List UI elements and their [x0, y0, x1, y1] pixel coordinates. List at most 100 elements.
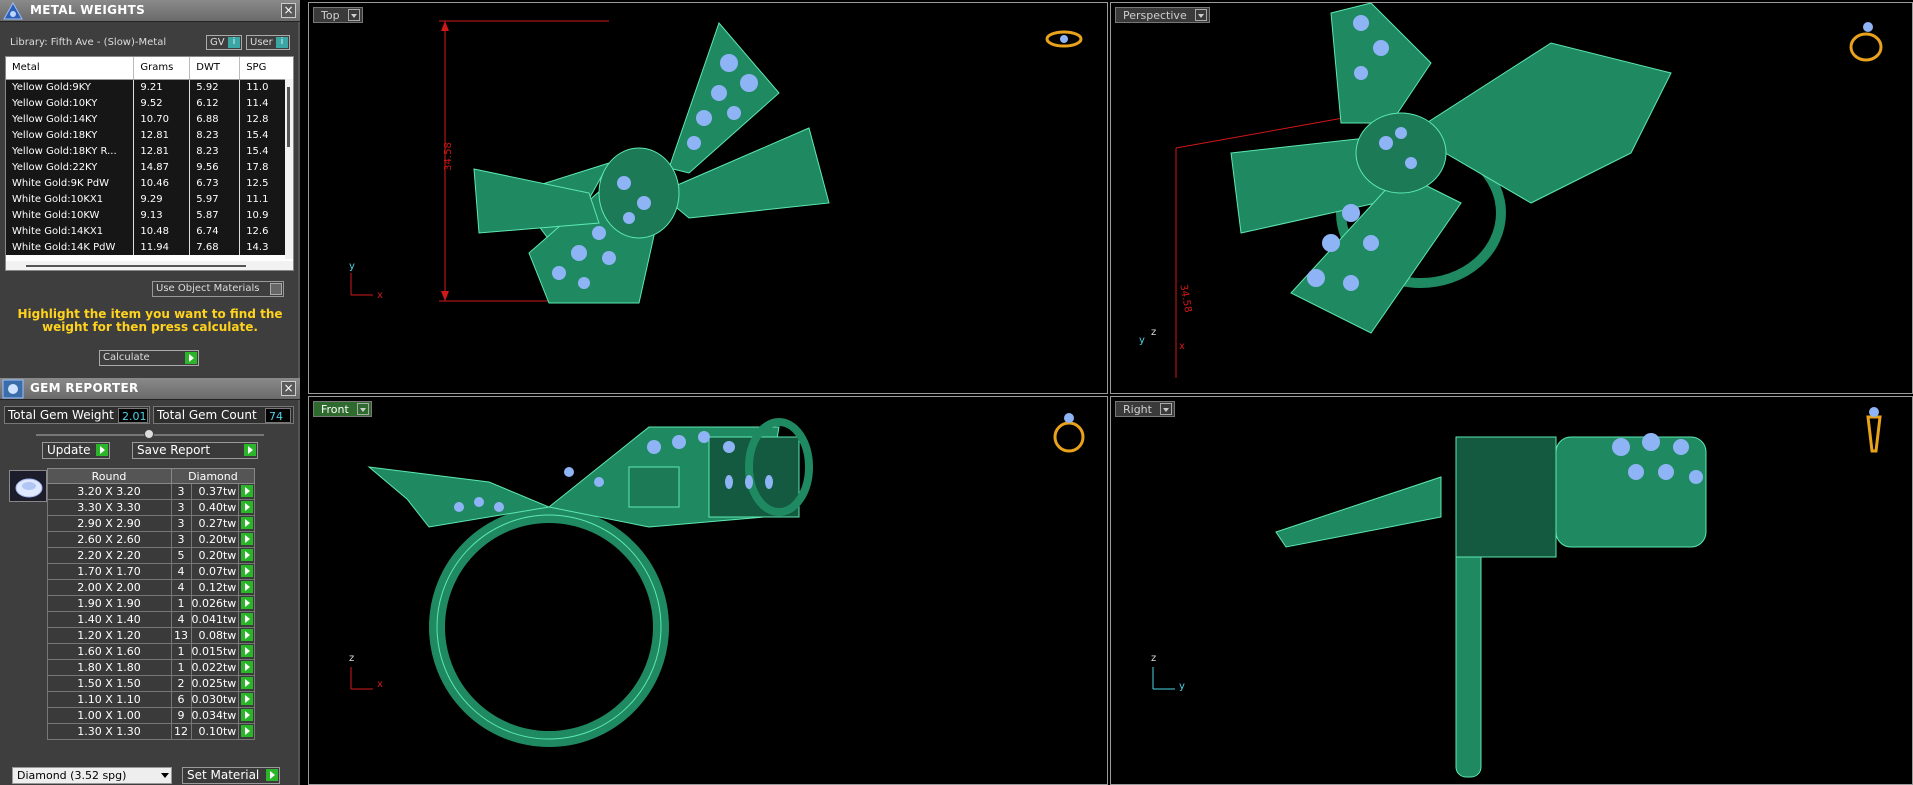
- gem-size: 1.20 X 1.20: [46, 627, 172, 644]
- cell-metal: Yellow Gold:22KY: [6, 159, 135, 175]
- play-icon: [241, 565, 254, 577]
- gem-select-button[interactable]: [238, 563, 256, 580]
- gem-select-button[interactable]: [238, 579, 256, 596]
- ring-orientation-icon[interactable]: [1846, 17, 1886, 67]
- gem-row[interactable]: 1.10 X 1.10 6 0.030tw: [9, 691, 256, 708]
- ring-orientation-icon[interactable]: [1044, 28, 1084, 50]
- gem-row[interactable]: 1.30 X 1.30 12 0.10tw: [9, 723, 256, 740]
- ring-orientation-icon[interactable]: [1049, 411, 1089, 453]
- gem-weight: 0.015tw: [190, 643, 240, 660]
- table-row[interactable]: Yellow Gold:18KY R... 12.81 8.23 15.4: [6, 143, 293, 159]
- column-header-dwt[interactable]: DWT: [189, 57, 241, 80]
- user-toggle[interactable]: User i: [246, 35, 290, 50]
- gem-select-button[interactable]: [238, 499, 256, 516]
- viewport-front[interactable]: Front z x: [308, 396, 1108, 785]
- gem-select-button[interactable]: [238, 723, 256, 740]
- gem-count: 2: [170, 675, 192, 692]
- close-icon[interactable]: ×: [281, 3, 296, 18]
- gem-size: 2.90 X 2.90: [46, 515, 172, 532]
- table-row[interactable]: White Gold:9K PdW 10.46 6.73 12.5: [6, 175, 293, 191]
- viewport-label-text: Front: [321, 403, 349, 416]
- gem-row[interactable]: 1.70 X 1.70 4 0.07tw: [9, 563, 256, 580]
- set-material-label: Set Material: [187, 768, 260, 782]
- gem-select-button[interactable]: [238, 643, 256, 660]
- gem-select-button[interactable]: [238, 595, 256, 612]
- play-icon: [241, 597, 254, 609]
- gem-row[interactable]: 1.20 X 1.20 13 0.08tw: [9, 627, 256, 644]
- table-row[interactable]: White Gold:10KX1 9.29 5.97 11.1: [6, 191, 293, 207]
- close-icon[interactable]: ×: [281, 381, 296, 396]
- table-row[interactable]: White Gold:14K PdW 11.94 7.68 14.3: [6, 239, 293, 255]
- gem-select-button[interactable]: [238, 515, 256, 532]
- cell-metal: White Gold:14K PdW: [6, 239, 135, 255]
- gem-row[interactable]: 1.50 X 1.50 2 0.025tw: [9, 675, 256, 692]
- set-material-button[interactable]: Set Material: [182, 767, 280, 784]
- gem-row[interactable]: 1.80 X 1.80 1 0.022tw: [9, 659, 256, 676]
- table-row[interactable]: White Gold:14KX1 10.48 6.74 12.6: [6, 223, 293, 239]
- use-object-materials-checkbox[interactable]: Use Object Materials: [152, 281, 284, 297]
- gem-select-button[interactable]: [238, 627, 256, 644]
- material-select[interactable]: Diamond (3.52 spg): [12, 767, 172, 784]
- gem-reporter-icon: [2, 379, 24, 399]
- gem-weight: 0.034tw: [190, 707, 240, 724]
- play-icon: [241, 549, 254, 561]
- gem-row[interactable]: 1.60 X 1.60 1 0.015tw: [9, 643, 256, 660]
- column-header-spg[interactable]: SPG: [239, 57, 293, 80]
- ring-orientation-icon[interactable]: [1859, 405, 1889, 455]
- slider-knob[interactable]: [144, 429, 154, 439]
- viewport-label-top[interactable]: Top: [313, 7, 363, 23]
- horizontal-scrollbar[interactable]: [6, 261, 293, 270]
- gem-row[interactable]: 1.40 X 1.40 4 0.041tw: [9, 611, 256, 628]
- gem-row[interactable]: 2.90 X 2.90 3 0.27tw: [9, 515, 256, 532]
- checkbox-icon[interactable]: [270, 283, 282, 295]
- gem-select-button[interactable]: [238, 547, 256, 564]
- gem-select-button[interactable]: [238, 707, 256, 724]
- gem-weight: 0.030tw: [190, 691, 240, 708]
- chevron-down-icon[interactable]: [1159, 403, 1172, 415]
- chevron-down-icon[interactable]: [1194, 9, 1207, 21]
- viewport-label-front[interactable]: Front: [313, 401, 372, 417]
- gem-select-button[interactable]: [238, 483, 256, 500]
- update-button[interactable]: Update: [42, 442, 110, 459]
- gem-row[interactable]: 1.00 X 1.00 9 0.034tw: [9, 707, 256, 724]
- cell-dwt: 9.56: [189, 159, 241, 175]
- calculate-button[interactable]: Calculate: [99, 350, 199, 366]
- table-row[interactable]: Yellow Gold:22KY 14.87 9.56 17.8: [6, 159, 293, 175]
- gem-select-button[interactable]: [238, 675, 256, 692]
- viewport-top[interactable]: Top 34.58 y x: [308, 2, 1108, 394]
- column-header-metal[interactable]: Metal: [6, 57, 135, 80]
- cell-dwt: 6.74: [189, 223, 241, 239]
- chevron-down-icon[interactable]: [356, 403, 369, 415]
- gem-row[interactable]: 2.60 X 2.60 3 0.20tw: [9, 531, 256, 548]
- gem-row[interactable]: 1.90 X 1.90 1 0.026tw: [9, 595, 256, 612]
- play-icon: [241, 501, 254, 513]
- viewport-perspective[interactable]: Perspective 34.58 y z x: [1110, 2, 1913, 394]
- viewport-right[interactable]: Right z y: [1110, 396, 1913, 785]
- panel-slider[interactable]: [36, 429, 264, 439]
- play-icon: [241, 533, 254, 545]
- save-report-button[interactable]: Save Report: [132, 442, 258, 459]
- metal-table: Metal Grams DWT SPG Yellow Gold:9KY 9.21 5…: [5, 56, 294, 271]
- chevron-down-icon[interactable]: [347, 9, 360, 21]
- vertical-scrollbar[interactable]: [285, 79, 293, 259]
- table-row[interactable]: Yellow Gold:14KY 10.70 6.88 12.8: [6, 111, 293, 127]
- gem-row[interactable]: 2.20 X 2.20 5 0.20tw: [9, 547, 256, 564]
- table-row[interactable]: Yellow Gold:9KY 9.21 5.92 11.0: [6, 79, 293, 95]
- gem-select-button[interactable]: [238, 611, 256, 628]
- gem-count: 4: [170, 579, 192, 596]
- gv-toggle[interactable]: GV i: [206, 35, 242, 50]
- gem-weight: 0.025tw: [190, 675, 240, 692]
- table-row[interactable]: Yellow Gold:10KY 9.52 6.12 11.4: [6, 95, 293, 111]
- table-row[interactable]: Yellow Gold:18KY 12.81 8.23 15.4: [6, 127, 293, 143]
- gem-select-button[interactable]: [238, 531, 256, 548]
- table-row[interactable]: White Gold:10KW 9.13 5.87 10.9: [6, 207, 293, 223]
- viewport-label-perspective[interactable]: Perspective: [1115, 7, 1210, 23]
- viewport-label-right[interactable]: Right: [1115, 401, 1175, 417]
- gem-select-button[interactable]: [238, 691, 256, 708]
- column-header-grams[interactable]: Grams: [133, 57, 191, 80]
- gem-row[interactable]: 2.00 X 2.00 4 0.12tw: [9, 579, 256, 596]
- gem-row[interactable]: 3.20 X 3.20 3 0.37tw: [9, 483, 256, 500]
- gem-row[interactable]: 3.30 X 3.30 3 0.40tw: [9, 499, 256, 516]
- gem-select-button[interactable]: [238, 659, 256, 676]
- gem-count: 1: [170, 643, 192, 660]
